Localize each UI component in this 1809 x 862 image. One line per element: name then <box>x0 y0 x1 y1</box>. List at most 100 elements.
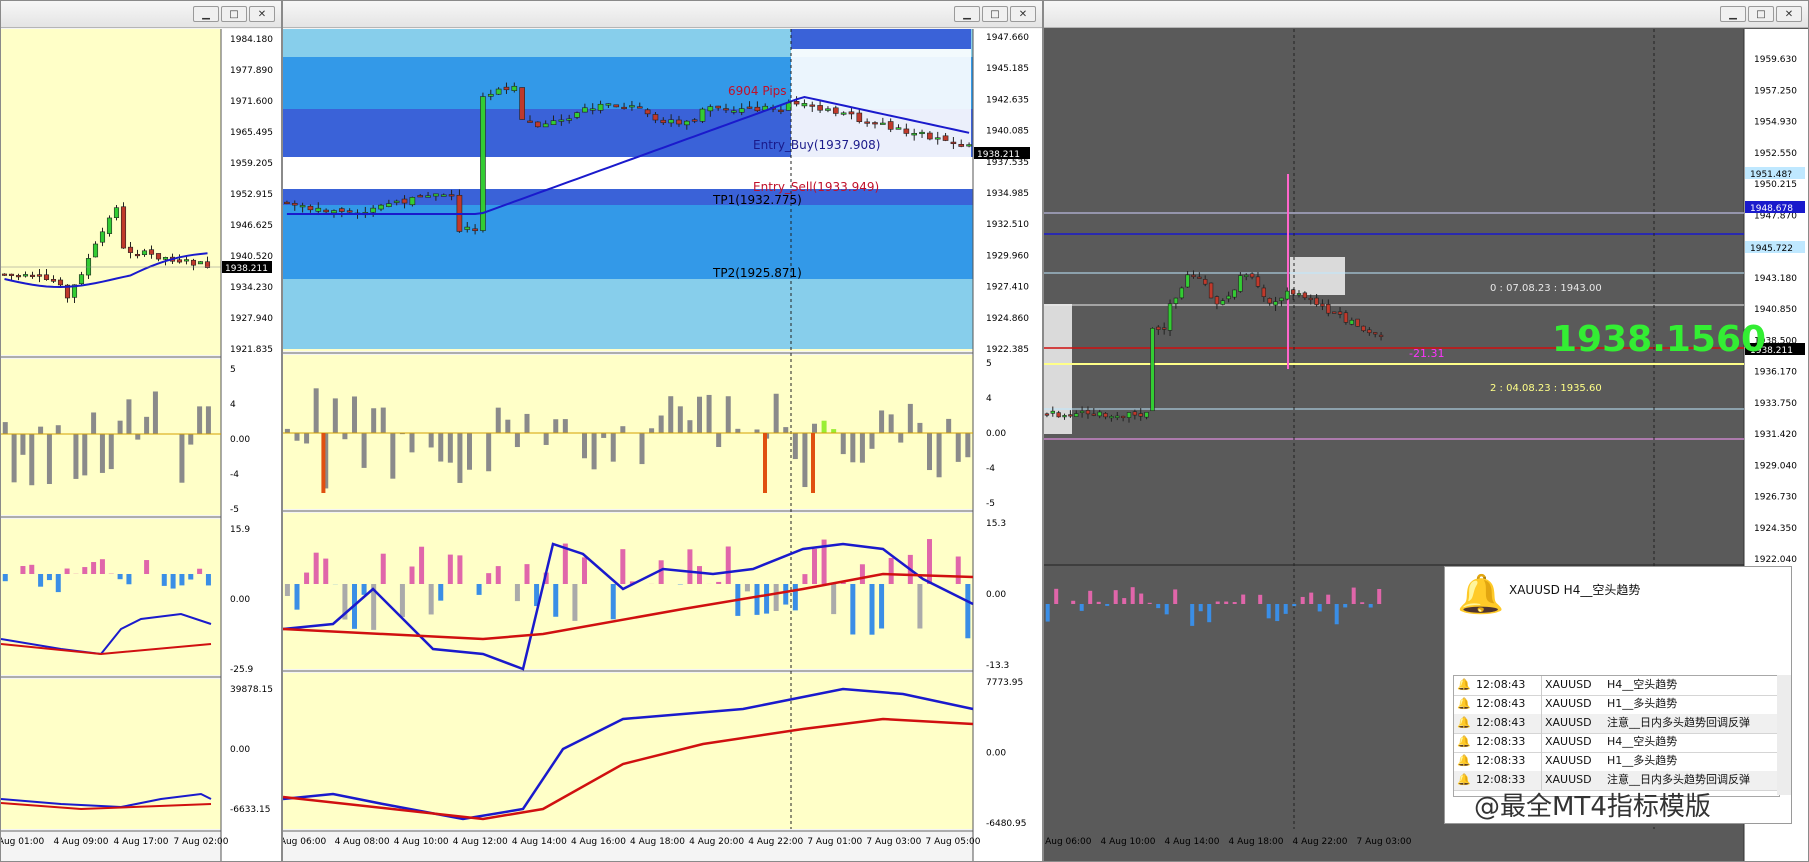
chart-3-osc-bar <box>1309 592 1314 604</box>
chart-2-osc2-bar <box>438 584 444 601</box>
alert-row[interactable]: 🔔 12:08:43 XAUUSD H1__多头趋势 <box>1454 695 1779 715</box>
window-2-titlebar[interactable]: ▁ □ ✕ <box>283 1 1042 28</box>
chart-2-osc1-bar <box>486 433 492 472</box>
chart-1-candle <box>162 257 169 260</box>
chart-2-candle <box>291 203 298 206</box>
chart-1-osc2-bar <box>205 574 211 586</box>
chart-3-osc-bar <box>1130 587 1135 604</box>
chart-1-osc2-label: -25.9 <box>230 665 254 675</box>
chart-3-candle <box>1150 328 1155 412</box>
chart-2-candle <box>495 88 502 95</box>
chart-2-candle <box>676 119 682 125</box>
chart-2-time-label: Aug 06:00 <box>283 837 326 847</box>
chart-2-time-label: 4 Aug 22:00 <box>748 837 803 847</box>
chart-2-osc1-label: -5 <box>986 499 995 509</box>
chart-3-price-label: 1950.215 <box>1754 180 1797 190</box>
chart-2-osc1-bar <box>428 433 434 448</box>
maximize-button[interactable]: □ <box>221 6 247 22</box>
chart-2-osc2-bar <box>831 584 837 615</box>
chart-2-candle <box>472 228 478 232</box>
chart-1-candle <box>15 275 22 278</box>
alert-row[interactable]: 🔔 12:08:33 XAUUSD H1__多头趋势 <box>1454 752 1779 772</box>
chart-2-price-label: 1924.860 <box>986 314 1029 324</box>
window-1-titlebar[interactable]: ▁ □ ✕ <box>1 1 281 28</box>
chart-3-candle <box>1244 274 1249 277</box>
close-button[interactable]: ✕ <box>1010 6 1036 22</box>
alert-list[interactable]: 🔔 12:08:43 XAUUSD H4__空头趋势 🔔 12:08:43 XAUUSD H1… <box>1453 675 1780 797</box>
window-3-titlebar[interactable]: ▁ □ ✕ <box>1044 1 1808 28</box>
alert-row[interactable]: 🔔 12:08:33 XAUUSD H4__空头趋势 <box>1454 733 1779 753</box>
chart-1-osc2-bar <box>99 559 105 574</box>
alert-list-scrollbar[interactable] <box>1777 675 1791 795</box>
close-button[interactable]: ✕ <box>1776 6 1802 22</box>
chart-2-osc1-bar <box>380 407 386 433</box>
alert-symbol: XAUUSD <box>1541 714 1605 733</box>
chart-2-candle <box>323 209 329 213</box>
alert-time: 12:08:33 <box>1476 735 1526 748</box>
chart-2-osc1-bar <box>936 433 942 478</box>
chart-2-osc1-bar <box>965 433 971 458</box>
chart-2-osc1-bar <box>342 433 348 440</box>
chart-2-osc2-bar <box>304 572 310 584</box>
chart-3-candle <box>1355 318 1360 327</box>
chart-3-candle <box>1302 292 1308 299</box>
chart-2-osc2-bar <box>294 584 300 610</box>
minimize-button[interactable]: ▁ <box>1720 6 1746 22</box>
chart-2-osc2-bar <box>419 546 425 584</box>
minimize-button[interactable]: ▁ <box>193 6 219 22</box>
chart-1-candle <box>43 274 50 280</box>
chart-2-osc1-bar <box>725 396 731 433</box>
close-button[interactable]: ✕ <box>249 6 275 22</box>
maximize-button[interactable]: □ <box>982 6 1008 22</box>
chart-3-osc-bar <box>1054 588 1059 604</box>
chart-2-osc2-bar <box>754 584 760 615</box>
chart-3-candle <box>1132 411 1138 416</box>
chart-1-candle <box>155 253 162 260</box>
chart-2-candle <box>386 203 392 207</box>
chart-3-price-label: 1933.750 <box>1754 399 1797 409</box>
chart-2-osc1-bar <box>352 396 357 433</box>
chart-2-candle <box>903 128 910 134</box>
chart-2-pane-bg <box>283 355 973 509</box>
alert-row[interactable]: 🔔 12:08:43 XAUUSD 注意__日内多头趋势回调反弹 <box>1454 714 1779 734</box>
chart-window-1[interactable]: ▁ □ ✕ 1984.180 1977.890 1971.600 1965.495 19… <box>0 0 282 862</box>
chart-3-osc-bar <box>1096 601 1101 604</box>
current-price-label: 1938.211 <box>977 150 1020 160</box>
minimize-button[interactable]: ▁ <box>954 6 980 22</box>
chart-2-osc1-bar <box>284 428 290 433</box>
chart-2-candle <box>817 105 823 111</box>
chart-2-osc1-bar <box>361 433 367 468</box>
chart-1-osc1-bar <box>82 434 88 476</box>
chart-2-candle <box>934 137 941 140</box>
chart-3-candle <box>1068 414 1073 417</box>
pips-annotation: -21.31 <box>1409 347 1444 360</box>
chart-2-candle <box>856 112 863 122</box>
chart-1-price-label: 1921.835 <box>230 345 273 355</box>
chart-3-candle <box>1308 297 1313 301</box>
chart-2-candle <box>919 131 925 135</box>
chart-3-candle <box>1361 325 1366 332</box>
chart-1-candle <box>190 259 197 266</box>
chart-2-time-label: 7 Aug 03:00 <box>866 837 921 847</box>
maximize-button[interactable]: □ <box>1748 6 1774 22</box>
chart-2-candle <box>966 144 972 147</box>
chart-1-candle <box>92 243 99 258</box>
chart-2-osc1-bar <box>524 413 530 433</box>
chart-1-canvas[interactable]: 1984.180 1977.890 1971.600 1965.495 1959.205… <box>1 29 281 861</box>
chart-3-candle <box>1208 282 1214 299</box>
alert-row[interactable]: 🔔 12:08:43 XAUUSD H4__空头趋势 <box>1454 676 1779 696</box>
chart-1-osc1-label: 0.00 <box>230 435 250 445</box>
chart-1-osc2-label: 15.9 <box>230 525 250 535</box>
chart-2-candle <box>911 133 918 136</box>
chart-2-zone <box>283 205 973 279</box>
chart-3-candle <box>1144 411 1149 418</box>
chart-3-price-label: 1936.170 <box>1754 368 1797 378</box>
chart-3-osc-bar <box>1360 602 1365 604</box>
chart-window-2[interactable]: ▁ □ ✕ Entry_Buy(1937.908) Entry_Sell(1933… <box>282 0 1043 862</box>
chart-2-canvas[interactable]: Entry_Buy(1937.908)Entry_Sell(1933.949)T… <box>283 29 1042 861</box>
chart-2-osc2-bar <box>553 584 559 617</box>
chart-2-osc1-bar <box>505 419 511 433</box>
chart-2-osc1-label: 4 <box>986 394 992 404</box>
chart-1-osc1-label: 4 <box>230 400 236 410</box>
chart-3-candle <box>1331 311 1337 314</box>
